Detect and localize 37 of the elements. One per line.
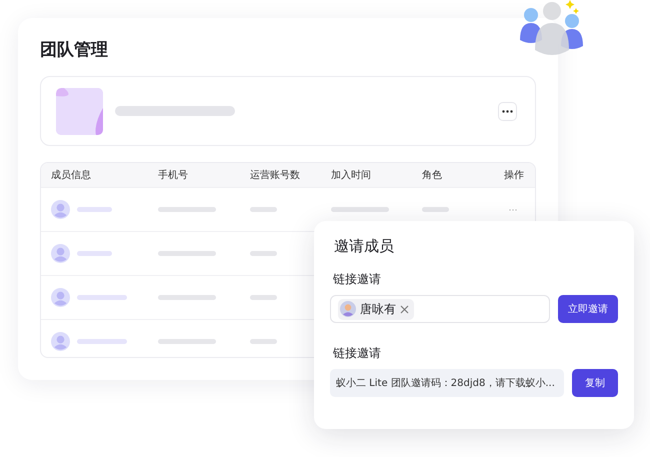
- date-placeholder: [331, 207, 389, 212]
- avatar-icon: [51, 288, 70, 307]
- member-input-field[interactable]: 唐咏有: [330, 295, 550, 323]
- name-placeholder: [77, 251, 112, 256]
- name-placeholder: [77, 207, 112, 212]
- section-label: 链接邀请: [333, 345, 382, 361]
- close-icon[interactable]: [400, 304, 409, 314]
- count-placeholder: [250, 251, 277, 256]
- count-placeholder: [250, 207, 277, 212]
- dialog-title: 邀请成员: [334, 236, 395, 257]
- phone-placeholder: [158, 207, 216, 212]
- page-title: 团队管理: [40, 39, 109, 62]
- invite-code-field: 蚁小二 Lite 团队邀请码：28djd8，请下载蚁小...: [330, 369, 564, 397]
- invite-button[interactable]: 立即邀请: [558, 295, 618, 323]
- column-header: 角色: [422, 169, 443, 182]
- avatar-icon: [51, 332, 70, 351]
- phone-placeholder: [158, 339, 216, 344]
- avatar-icon: [340, 301, 356, 317]
- column-header: 加入时间: [331, 168, 372, 182]
- count-placeholder: [250, 339, 277, 344]
- more-button[interactable]: [498, 102, 517, 120]
- avatar-icon: [51, 244, 70, 263]
- copy-button[interactable]: 复制: [572, 369, 618, 397]
- role-placeholder: [422, 207, 449, 212]
- column-header: 成员信息: [51, 168, 92, 182]
- count-placeholder: [250, 295, 277, 300]
- section-label: 链接邀请: [333, 271, 382, 287]
- avatar-icon: [51, 200, 70, 219]
- column-header: 手机号: [158, 168, 189, 182]
- phone-placeholder: [158, 295, 216, 300]
- column-header: 操作: [504, 169, 524, 182]
- more-icon: [502, 110, 513, 112]
- column-header: 运营账号数: [250, 168, 301, 182]
- name-placeholder: [77, 295, 128, 300]
- name-placeholder: [77, 339, 128, 344]
- member-name: 唐咏有: [360, 300, 396, 318]
- phone-placeholder: [158, 251, 216, 256]
